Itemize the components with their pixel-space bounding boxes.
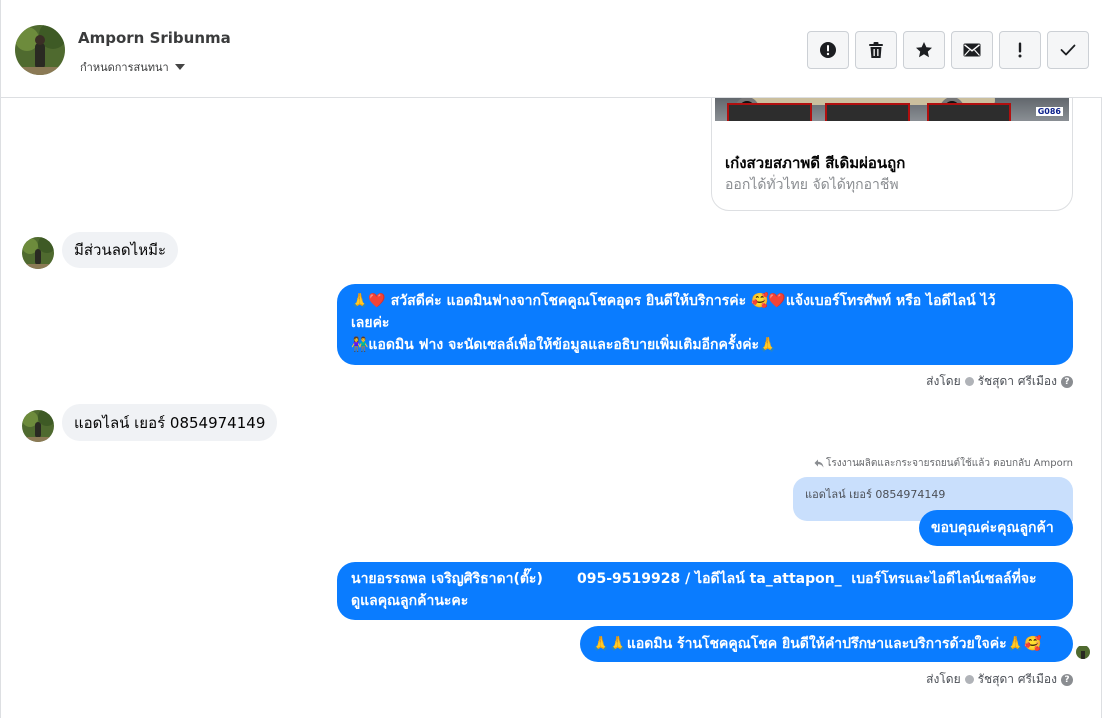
conversation-panel: Amporn Sribunma กำหนดการสนทนา G086 เก๋งส… [0,0,1102,718]
assign-conversation-dropdown[interactable]: กำหนดการสนทนา [80,58,185,76]
image-code: G086 [1035,107,1063,116]
outgoing-message: 🙏❤️ สวัสดีค่ะ แอดมินฟางจากโชคคูณโชคอุดร … [337,284,1073,365]
message-line: เลยค่ะ [351,315,390,331]
message-line: นายอรรถพล เจริญศิริธาดา(ตั๊ะ) 095-951992… [351,571,1037,587]
outgoing-message: 🙏🙏แอดมิน ร้านโชคคูณโชค ยินดีให้คำปรึกษาแ… [580,626,1073,662]
outgoing-message: นายอรรถพล เจริญศิริธาดา(ตั๊ะ) 095-951992… [337,562,1073,620]
link-card-description: ออกได้ทั่วไทย จัดได้ทุกอาชีพ [725,177,899,193]
star-button[interactable] [903,31,945,69]
outgoing-message: ขอบคุณค่ะคุณลูกค้า [919,510,1073,546]
contact-name: Amporn Sribunma [78,29,231,47]
car-preview-image: G086 [715,98,1069,121]
trash-icon [869,42,883,58]
mark-unread-button[interactable] [951,31,993,69]
incoming-message: มีส่วนลดไหมีะ [62,232,179,268]
seen-avatar [1076,645,1090,659]
conversation-toolbar [807,31,1089,69]
mark-done-button[interactable] [1047,31,1089,69]
message-line: 👫แอดมิน ฟาง จะนัดเซลล์เพื่อให้ข้อมูลและอ… [351,337,777,353]
help-icon[interactable]: ? [1061,375,1073,388]
agent-status-icon [964,377,974,386]
report-button[interactable] [807,31,849,69]
spam-button[interactable] [999,31,1041,69]
report-icon [820,42,836,58]
help-icon[interactable]: ? [1061,673,1073,686]
delete-button[interactable] [855,31,897,69]
reply-note-text: โรงงานผลิตและกระจายรถยนต์ใช้แล้ว ตอบกลับ… [825,458,1073,469]
reply-note: โรงงานผลิตและกระจายรถยนต์ใช้แล้ว ตอบกลับ… [814,456,1073,471]
link-card-title: เก๋งสวยสภาพดี สีเดิมผ่อนถูก [725,154,906,172]
mail-icon [963,43,981,57]
check-icon [1060,44,1076,56]
sent-by-info: ส่งโดย รัชสุดา ศรีเมือง ? [926,670,1073,689]
customer-avatar [22,410,54,442]
contact-avatar[interactable] [15,25,65,75]
conversation-header: Amporn Sribunma กำหนดการสนทนา [1,0,1102,98]
link-preview-card[interactable]: G086 เก๋งสวยสภาพดี สีเดิมผ่อนถูก ออกได้ท… [711,98,1073,211]
message-line: ดูแลคุณลูกค้านะคะ [351,593,469,609]
agent-status-icon [964,675,974,684]
alert-icon [1018,42,1022,58]
sent-by-agent: รัชสุดา ศรีเมือง [977,374,1057,388]
reply-arrow-icon [814,459,824,468]
customer-avatar [22,237,54,269]
star-icon [916,42,932,58]
sent-by-agent: รัชสุดา ศรีเมือง [977,672,1057,686]
message-line: 🙏❤️ สวัสดีค่ะ แอดมินฟางจากโชคคูณโชคอุดร … [351,293,996,309]
incoming-message: แอดไลน์ เยอร์ 0854974149 [62,404,278,441]
message-thread[interactable]: G086 เก๋งสวยสภาพดี สีเดิมผ่อนถูก ออกได้ท… [1,98,1102,718]
caret-down-icon [174,64,185,70]
assign-label: กำหนดการสนทนา [80,61,169,74]
sent-by-info: ส่งโดย รัชสุดา ศรีเมือง ? [926,372,1073,391]
sent-by-label: ส่งโดย [926,374,961,388]
sent-by-label: ส่งโดย [926,672,961,686]
